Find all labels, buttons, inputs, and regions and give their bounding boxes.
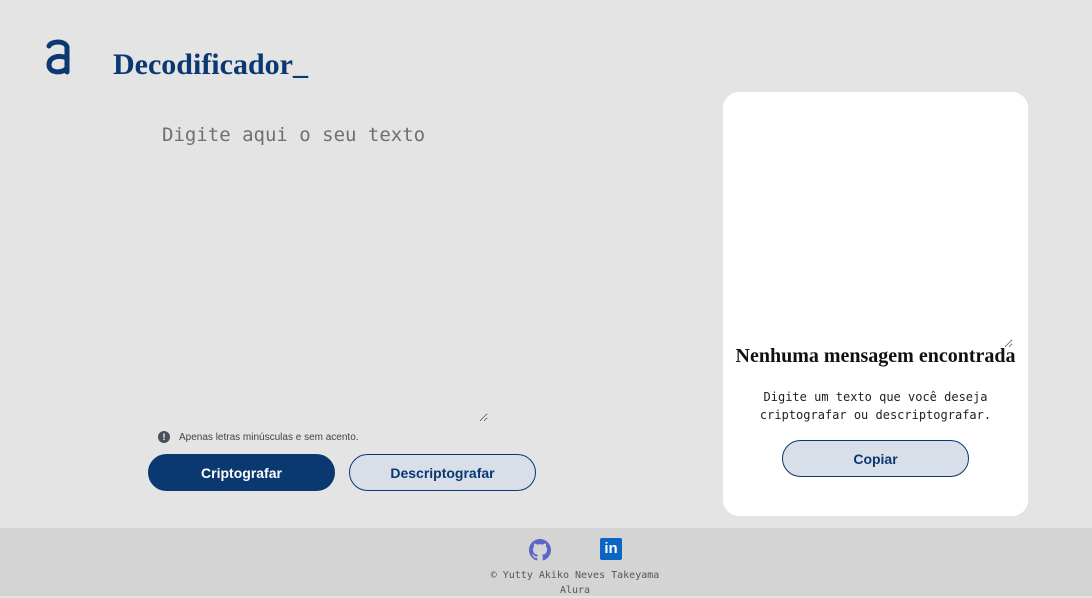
linkedin-icon[interactable]: in bbox=[600, 538, 622, 560]
output-text-area[interactable] bbox=[753, 102, 1013, 348]
app-title: Decodificador_ bbox=[113, 48, 308, 81]
footer: in © Yutty Akiko Neves Takeyama Alura bbox=[0, 528, 1092, 596]
empty-message-text: Digite um texto que você deseja criptogr… bbox=[759, 390, 992, 422]
encrypt-button[interactable]: Criptografar bbox=[148, 454, 335, 491]
output-panel: Nenhuma mensagem encontrada Digite um te… bbox=[723, 92, 1028, 516]
copyright-author: © Yutty Akiko Neves Takeyama bbox=[490, 570, 660, 581]
copyright: © Yutty Akiko Neves Takeyama Alura bbox=[0, 568, 1092, 598]
input-hint: ! Apenas letras minúsculas e sem acento. bbox=[158, 431, 359, 443]
hint-text: Apenas letras minúsculas e sem acento. bbox=[179, 431, 359, 443]
info-icon: ! bbox=[158, 431, 170, 443]
copy-button[interactable]: Copiar bbox=[782, 440, 969, 477]
text-input[interactable] bbox=[148, 112, 488, 422]
alura-logo-icon bbox=[46, 39, 70, 75]
decrypt-button[interactable]: Descriptografar bbox=[349, 454, 536, 491]
github-icon[interactable] bbox=[529, 539, 551, 561]
empty-message-heading: Nenhuma mensagem encontrada bbox=[735, 345, 1016, 367]
